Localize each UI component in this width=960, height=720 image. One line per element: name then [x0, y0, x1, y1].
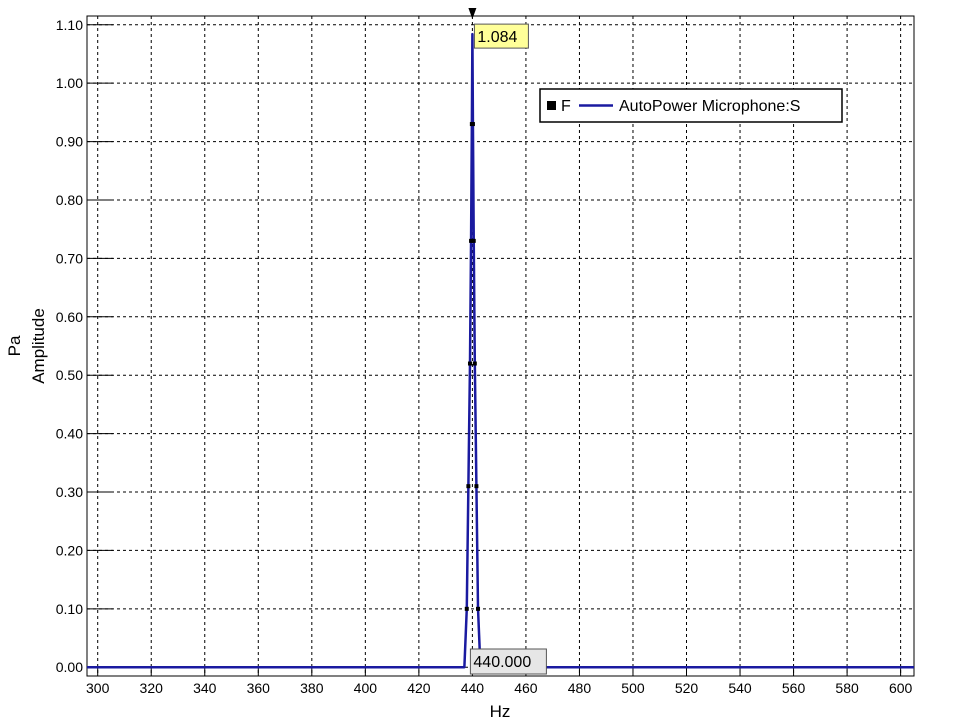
series-point-marker — [466, 484, 471, 489]
x-tick-label: 380 — [300, 680, 324, 696]
y-tick-label: 0.10 — [56, 601, 83, 617]
x-tick-label: 400 — [354, 680, 378, 696]
y-tick-label: 0.40 — [56, 426, 83, 442]
x-tick-label: 340 — [193, 680, 217, 696]
y-tick-label: 0.50 — [56, 367, 83, 383]
y-tick-label: 0.70 — [56, 250, 83, 266]
y-tick-label: 1.00 — [56, 75, 83, 91]
y-tick-label: 1.10 — [56, 17, 83, 33]
x-tick-label: 540 — [728, 680, 752, 696]
x-tick-label: 580 — [835, 680, 859, 696]
series-point-marker — [470, 122, 475, 127]
series-point-marker — [471, 238, 476, 243]
y-tick-label: 0.80 — [56, 192, 83, 208]
x-tick-label: 460 — [514, 680, 538, 696]
x-tick-label: 420 — [407, 680, 431, 696]
x-tick-label: 500 — [621, 680, 645, 696]
peak-frequency-callout: 440.000 — [469, 648, 547, 675]
peak-frequency-label: 440.000 — [473, 654, 531, 671]
series-point-marker — [472, 361, 477, 366]
x-tick-label: 520 — [675, 680, 699, 696]
y-tick-label: 0.30 — [56, 484, 83, 500]
peak-value-callout: 1.084 — [473, 23, 529, 49]
x-tick-label: 320 — [140, 680, 164, 696]
legend-series-label: AutoPower Microphone:S — [619, 98, 800, 115]
x-axis-title: Hz — [490, 702, 511, 720]
legend-marker-square — [547, 101, 556, 110]
y-axis-unit-label: Pa — [5, 335, 24, 356]
series-point-marker — [467, 361, 472, 366]
legend: F AutoPower Microphone:S — [539, 88, 843, 123]
x-tick-label: 560 — [782, 680, 806, 696]
x-tick-label: 440 — [461, 680, 485, 696]
peak-value-label: 1.084 — [477, 29, 517, 46]
series-point-marker — [464, 606, 469, 611]
x-tick-label: 300 — [86, 680, 110, 696]
y-tick-label: 0.60 — [56, 309, 83, 325]
series-point-marker — [476, 606, 481, 611]
y-tick-label: 0.00 — [56, 659, 83, 675]
x-tick-label: 600 — [889, 680, 913, 696]
y-axis-title: Amplitude — [29, 308, 48, 384]
y-tick-label: 0.90 — [56, 134, 83, 150]
series-point-marker — [474, 484, 479, 489]
amplitude-spectrum-chart: 0.00 0.10 0.20 0.30 0.40 0.50 0.60 0.70 0.80 0.90… — [5, 8, 915, 720]
x-tick-label: 360 — [247, 680, 271, 696]
legend-marker-label: F — [561, 98, 571, 115]
x-tick-label: 480 — [568, 680, 592, 696]
y-tick-label: 0.20 — [56, 542, 83, 558]
